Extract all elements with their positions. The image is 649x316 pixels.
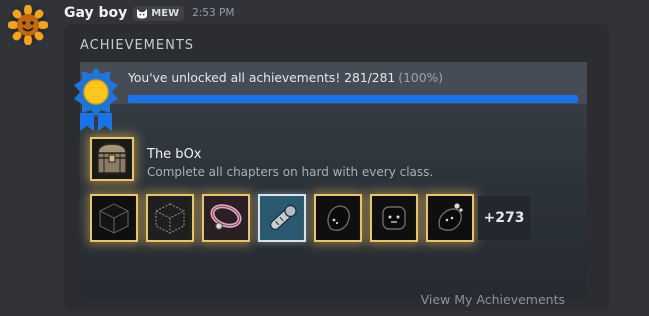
completion-banner: You've unlocked all achievements! 281/28…	[80, 62, 587, 104]
achievement-card: You've unlocked all achievements! 281/28…	[74, 62, 587, 307]
black-crying-blob-icon	[438, 203, 463, 231]
featured-achievement-icon[interactable]	[90, 137, 134, 181]
banner-text: You've unlocked all achievements! 281/28…	[128, 71, 443, 85]
badge-black-cube[interactable]	[90, 194, 138, 242]
badge-black-crying-blob[interactable]	[426, 194, 474, 242]
featured-achievement-name: The bOx	[147, 147, 202, 162]
message-header: Gay boy MEW 2:53 PM	[64, 4, 234, 22]
clan-tag-label: MEW	[151, 7, 180, 19]
cat-icon	[137, 8, 148, 18]
progress-bar	[128, 95, 578, 103]
sunflower-avatar-icon	[8, 5, 48, 45]
badge-arm-bone[interactable]	[258, 194, 306, 242]
black-blob-face-icon	[327, 205, 350, 231]
featured-achievement-description: Complete all chapters on hard with every…	[147, 165, 434, 179]
progress-fill	[128, 95, 578, 103]
medal-icon	[74, 67, 118, 131]
wireframe-cube-icon	[155, 203, 185, 234]
achievement-badges	[90, 194, 474, 242]
clan-tag[interactable]: MEW	[133, 5, 185, 21]
treasure-chest-icon	[97, 143, 127, 174]
avatar[interactable]	[8, 5, 48, 45]
badge-black-blob-face[interactable]	[314, 194, 362, 242]
pink-collar-icon	[210, 204, 242, 230]
banner-message: You've unlocked all achievements! 281/28…	[128, 71, 396, 85]
view-achievements-link[interactable]: View My Achievements	[421, 292, 565, 307]
more-achievements-count[interactable]: +273	[478, 196, 530, 240]
embed-title: ACHIEVEMENTS	[80, 38, 195, 53]
achievements-embed: ACHIEVEMENTS You've unlocked all achieve…	[64, 24, 610, 311]
banner-percent: (100%)	[398, 71, 444, 85]
username[interactable]: Gay boy	[64, 5, 127, 21]
badge-pink-collar[interactable]	[202, 194, 250, 242]
black-cube-icon	[99, 203, 129, 234]
timestamp: 2:53 PM	[192, 7, 235, 19]
badge-black-square-face[interactable]	[370, 194, 418, 242]
badge-wireframe-cube[interactable]	[146, 194, 194, 242]
arm-bone-icon	[269, 204, 297, 231]
black-square-face-icon	[382, 206, 406, 230]
